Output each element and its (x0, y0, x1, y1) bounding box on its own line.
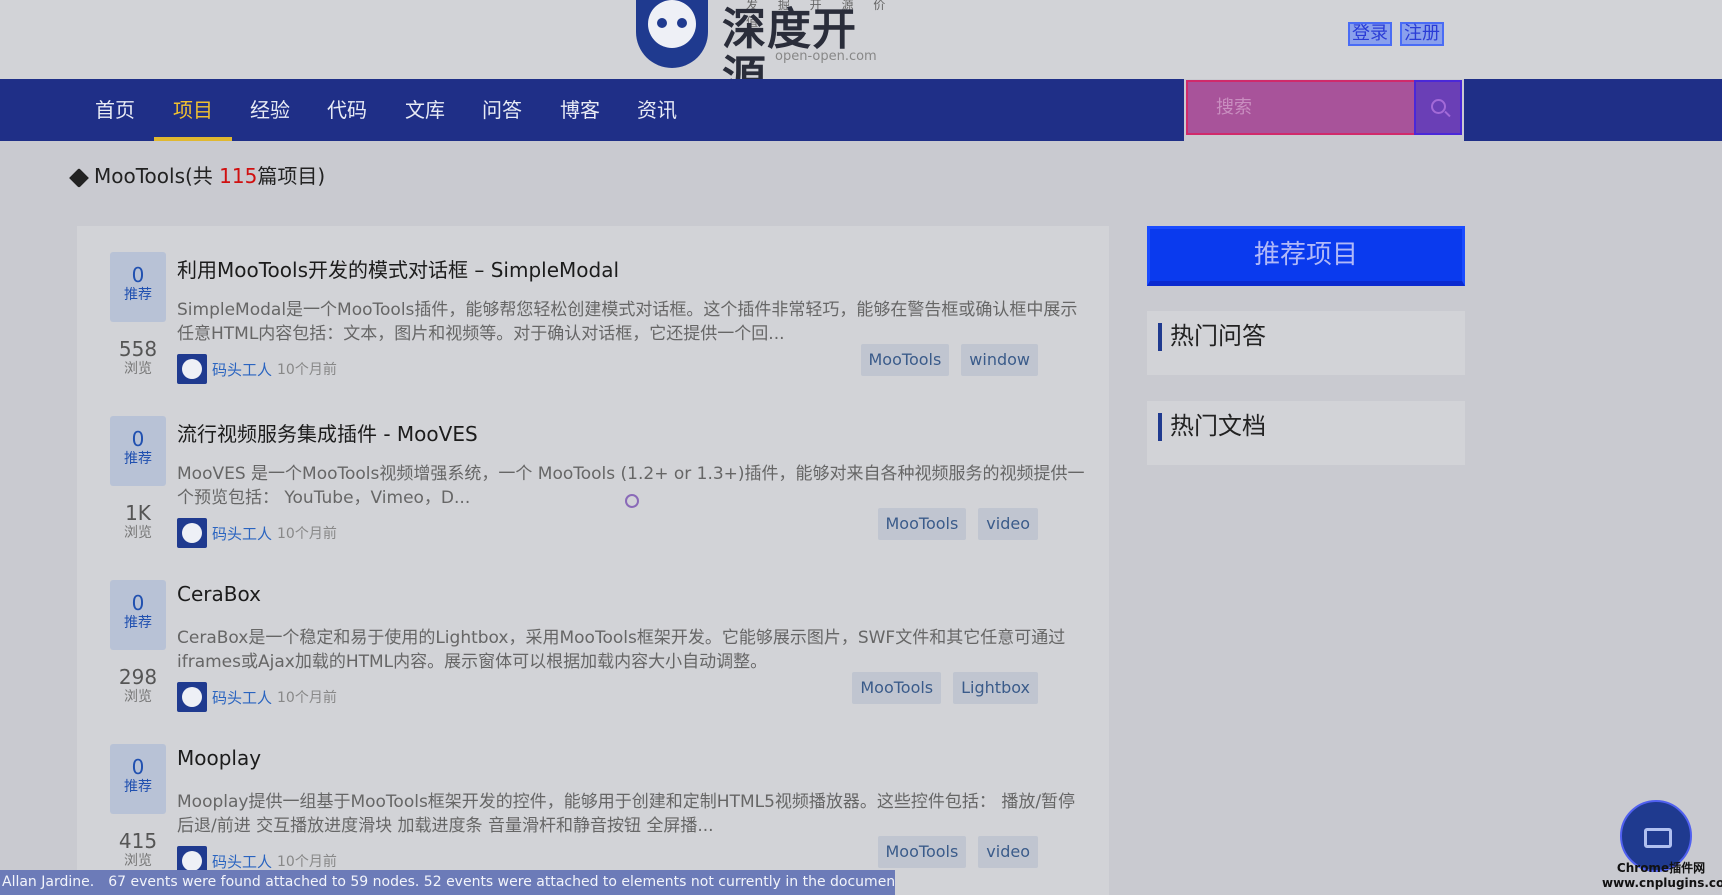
list-item: 0 推荐 298 浏览 CeraBox CeraBox是一个稳定和易于使用的Li… (110, 554, 1076, 718)
author-link[interactable]: 码头工人 (212, 851, 272, 872)
tag-link[interactable]: video (978, 836, 1038, 868)
nav-active-indicator (154, 137, 232, 141)
recommend-button[interactable]: 0 推荐 (110, 252, 166, 322)
nav-item-projects[interactable]: 项目 (173, 79, 213, 141)
item-time: 10个月前 (277, 526, 337, 542)
status-author: Allan Jardine. (2, 874, 95, 890)
avatar[interactable] (177, 682, 207, 712)
avatar[interactable] (177, 354, 207, 384)
search-input[interactable]: 搜索 (1186, 80, 1416, 135)
nav-item-qa[interactable]: 问答 (482, 79, 522, 141)
tag-link[interactable]: Lightbox (953, 672, 1038, 704)
item-title[interactable]: Mooplay (177, 746, 261, 770)
view-count: 558 浏览 (118, 337, 158, 377)
item-description: CeraBox是一个稳定和易于使用的Lightbox，采用MooTools框架开… (177, 628, 1066, 672)
item-tags: MooTools video (877, 508, 1038, 540)
hot-questions-box: 热门问答 (1147, 311, 1465, 375)
recommend-button[interactable]: 0 推荐 (110, 416, 166, 486)
tag-link[interactable]: MooTools (860, 344, 950, 376)
list-item: 0 推荐 1K 浏览 流行视频服务集成插件 - MooVES MooVES 是一… (110, 390, 1085, 554)
item-tags: MooTools window (860, 344, 1038, 376)
login-link[interactable]: 登录 (1348, 22, 1392, 46)
project-list: 0 推荐 558 浏览 利用MooTools开发的模式对话框 – SimpleM… (77, 226, 1109, 895)
item-title[interactable]: 流行视频服务集成插件 - MooVES (177, 418, 478, 447)
item-description: Mooplay提供一组基于MooTools框架开发的控件，能够用于创建和定制HT… (177, 792, 1076, 836)
recommend-button[interactable]: 0 推荐 (110, 580, 166, 650)
nav-item-news[interactable]: 资讯 (637, 79, 677, 141)
view-count: 298 浏览 (118, 665, 158, 705)
register-link[interactable]: 注册 (1400, 22, 1444, 46)
hot-docs-box: 热门文档 (1147, 401, 1465, 465)
item-tags: MooTools Lightbox (852, 672, 1038, 704)
nav-item-blog[interactable]: 博客 (560, 79, 600, 141)
logo-domain: open-open.com (775, 49, 877, 64)
debug-status-bar: Allan Jardine. 67 events were found attac… (0, 870, 895, 895)
recommend-projects-button[interactable]: 推荐项目 (1147, 226, 1465, 286)
view-count: 415 浏览 (118, 829, 158, 869)
page-title: MooTools(共 115篇项目) (69, 160, 325, 189)
avatar[interactable] (177, 518, 207, 548)
author-link[interactable]: 码头工人 (212, 359, 272, 380)
mouse-cursor-icon (625, 494, 639, 508)
item-time: 10个月前 (277, 854, 337, 870)
item-time: 10个月前 (277, 362, 337, 378)
watermark: Chrome插件网 www.cnplugins.com (1602, 861, 1722, 890)
item-title[interactable]: CeraBox (177, 582, 261, 606)
item-description: SimpleModal是一个MooTools插件，能够帮您轻松创建模式对话框。这… (177, 300, 1078, 344)
hot-docs-title: 热门文档 (1170, 412, 1266, 440)
site-header: 发 掘 开 源 价 值 深度开源 open-open.com 登录 注册 (0, 0, 1722, 102)
hot-questions-title: 热门问答 (1170, 322, 1266, 350)
list-item: 0 推荐 558 浏览 利用MooTools开发的模式对话框 – SimpleM… (110, 226, 1077, 390)
tag-link[interactable]: MooTools (852, 672, 942, 704)
tag-link[interactable]: video (978, 508, 1038, 540)
tag-link[interactable]: window (961, 344, 1038, 376)
tag-icon (69, 167, 89, 188)
tag-link[interactable]: MooTools (877, 508, 967, 540)
tag-link[interactable]: MooTools (877, 836, 967, 868)
status-message: 67 events were found attached to 59 node… (108, 874, 895, 890)
recommend-button[interactable]: 0 推荐 (110, 744, 166, 814)
list-item: 0 推荐 415 浏览 Mooplay Mooplay提供一组基于MooTool… (110, 718, 1076, 882)
nav-item-experience[interactable]: 经验 (250, 79, 290, 141)
view-count: 1K 浏览 (124, 501, 152, 541)
logo-emblem-icon (636, 0, 708, 68)
inbox-icon (1644, 828, 1672, 848)
author-link[interactable]: 码头工人 (212, 687, 272, 708)
site-logo[interactable]: 发 掘 开 源 价 值 深度开源 open-open.com (636, 0, 896, 102)
item-time: 10个月前 (277, 690, 337, 706)
item-title[interactable]: 利用MooTools开发的模式对话框 – SimpleModal (177, 254, 619, 283)
nav-item-code[interactable]: 代码 (327, 79, 367, 141)
search-button[interactable] (1414, 80, 1462, 135)
project-count: 115 (219, 164, 258, 188)
author-link[interactable]: 码头工人 (212, 523, 272, 544)
search-box: 搜索 (1184, 79, 1464, 141)
nav-item-home[interactable]: 首页 (95, 79, 135, 141)
item-tags: MooTools video (877, 836, 1038, 868)
nav-item-library[interactable]: 文库 (405, 79, 445, 141)
